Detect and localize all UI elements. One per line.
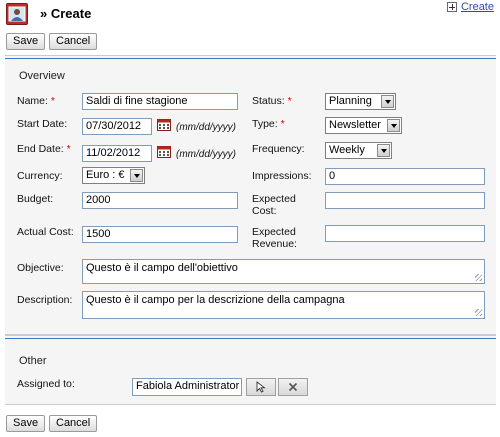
currency-select[interactable]: Euro : € [82,167,145,184]
chevron-down-icon [381,95,394,108]
objective-label: Objective: [17,262,64,274]
impressions-label: Impressions: [252,170,312,182]
cancel-button[interactable]: Cancel [49,33,98,50]
create-link-text[interactable]: Create [461,1,494,13]
start-date-field[interactable]: 07/30/2012 [82,118,152,135]
objective-textarea[interactable]: Questo è il campo dell'obiettivo [82,259,485,284]
budget-field[interactable]: 2000 [82,192,238,209]
section-divider [5,58,496,59]
chevron-down-icon [377,144,390,157]
end-date-label: End Date: * [17,143,71,155]
select-user-button[interactable] [246,378,276,396]
resize-handle-icon[interactable] [475,274,482,281]
description-text: Questo è il campo per la descrizione del… [86,294,345,306]
currency-value: Euro : € [86,169,125,181]
assigned-to-field[interactable]: Fabiola Administrator [132,378,242,396]
budget-label: Budget: [17,193,54,205]
date-format-hint: (mm/dd/yyyy) [176,149,236,160]
save-button[interactable]: Save [6,33,46,50]
required-marker: * [280,118,285,130]
expected-revenue-label: Expected Revenue: [252,226,297,250]
chevron-down-icon [387,119,400,132]
currency-label: Currency: [17,170,63,182]
assigned-to-label: Assigned to: [17,378,75,390]
required-marker: * [287,95,292,107]
overview-section-title: Overview [19,70,65,82]
save-button-bottom[interactable]: Save [6,415,46,432]
date-format-hint: (mm/dd/yyyy) [176,122,236,133]
status-label: Status: * [252,95,292,107]
start-date-label: Start Date: [17,118,68,130]
frequency-select[interactable]: Weekly [325,142,392,159]
type-select[interactable]: Newsletter [325,117,402,134]
campaign-icon [6,3,28,25]
description-textarea[interactable]: Questo è il campo per la descrizione del… [82,291,485,319]
status-select[interactable]: Planning [325,93,396,110]
impressions-field[interactable]: 0 [325,168,485,185]
required-marker: * [66,143,71,155]
expected-cost-label: Expected Cost: [252,193,296,217]
description-label: Description: [17,294,73,306]
resize-handle-icon[interactable] [475,309,482,316]
select-cursor-icon [256,381,266,393]
status-value: Planning [329,95,372,107]
required-marker: * [50,95,55,107]
actual-cost-field[interactable]: 1500 [82,226,238,243]
calendar-icon[interactable] [157,145,171,158]
type-label: Type: * [252,118,285,130]
create-link[interactable]: Create [446,1,494,13]
clear-user-button[interactable] [278,378,308,396]
clear-x-icon [288,382,298,392]
type-value: Newsletter [329,119,381,131]
page-title: » Create [40,6,92,21]
frequency-value: Weekly [329,144,365,156]
other-section-title: Other [19,355,47,367]
actual-cost-label: Actual Cost: [17,226,74,238]
chevron-down-icon [130,169,143,182]
cancel-button-bottom[interactable]: Cancel [49,415,98,432]
calendar-icon[interactable] [157,118,171,131]
name-label: Name: * [17,95,55,107]
objective-text: Questo è il campo dell'obiettivo [86,262,238,274]
expected-revenue-field[interactable] [325,225,485,242]
expected-cost-field[interactable] [325,192,485,209]
name-field[interactable]: Saldi di fine stagione [82,93,238,110]
plus-icon [446,2,457,12]
frequency-label: Frequency: [252,143,305,155]
section-divider [5,338,496,339]
end-date-field[interactable]: 11/02/2012 [82,145,152,162]
